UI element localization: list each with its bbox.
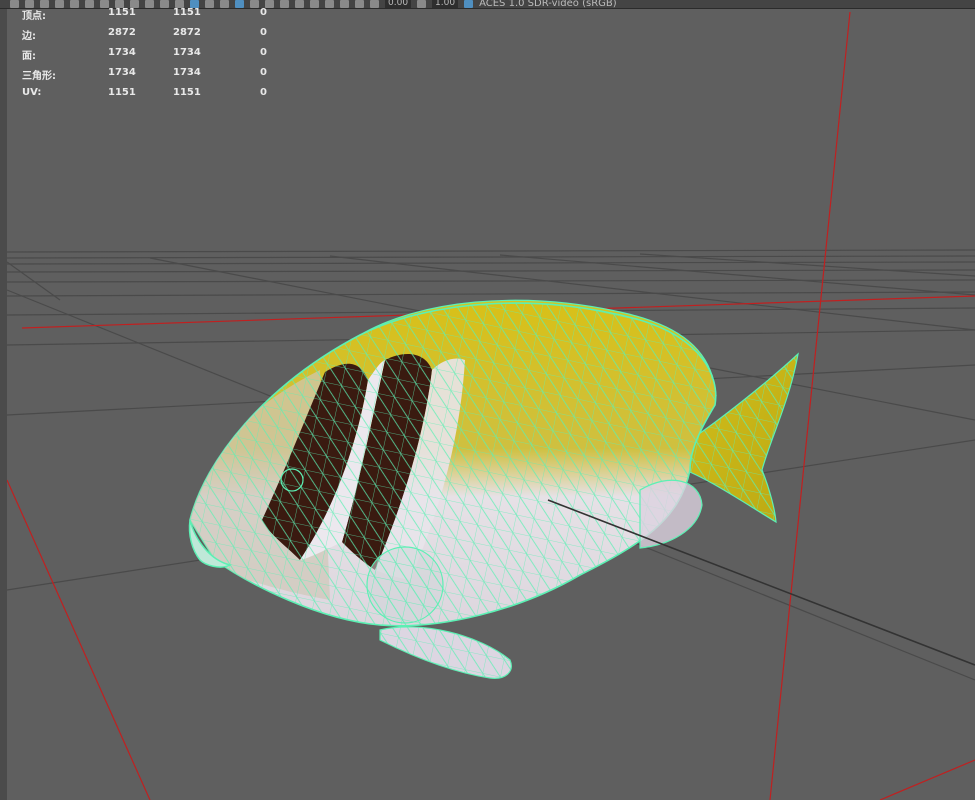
gamma-icon[interactable] — [417, 0, 427, 8]
stat-label: 面: — [22, 51, 36, 62]
color-management-icon[interactable] — [464, 0, 474, 8]
stat-value: 1734 — [173, 47, 201, 58]
stat-value: 1734 — [108, 67, 136, 78]
select-icon[interactable] — [10, 0, 19, 8]
stat-label: 三角形: — [22, 71, 56, 82]
viewport-toolbar: 0.00 1.00 ACES 1.0 SDR-video (sRGB) — [0, 0, 975, 9]
textured-icon[interactable] — [235, 0, 244, 8]
camera-icon[interactable] — [55, 0, 64, 8]
stat-value: 0 — [260, 7, 267, 18]
default-material-icon[interactable] — [205, 0, 214, 8]
ao-icon[interactable] — [280, 0, 289, 8]
stat-value: 1734 — [108, 47, 136, 58]
stat-label: 顶点: — [22, 11, 46, 22]
exposure-field[interactable]: 0.00 — [385, 0, 412, 8]
bookmark-icon[interactable] — [70, 0, 79, 8]
stat-value: 2872 — [173, 27, 201, 38]
safe-action-icon[interactable] — [160, 0, 169, 8]
stat-value: 1151 — [108, 87, 136, 98]
xray-icon[interactable] — [325, 0, 334, 8]
stat-label: 边: — [22, 31, 36, 42]
stat-value: 1734 — [173, 67, 201, 78]
aa-icon[interactable] — [295, 0, 304, 8]
stat-value: 2872 — [108, 27, 136, 38]
xray-joints-icon[interactable] — [340, 0, 349, 8]
stat-label: UV: — [22, 87, 42, 98]
stat-value: 0 — [260, 67, 267, 78]
stat-value: 0 — [260, 87, 267, 98]
pivot-line — [547, 499, 975, 666]
viewport-panel[interactable]: 0.00 1.00 ACES 1.0 SDR-video (sRGB) 顶点: … — [0, 0, 975, 800]
gamma-field[interactable]: 1.00 — [432, 0, 459, 8]
viewport-left-edge — [0, 9, 7, 800]
field-chart-icon[interactable] — [145, 0, 154, 8]
xray-components-icon[interactable] — [355, 0, 364, 8]
lights-icon[interactable] — [250, 0, 259, 8]
stat-value: 0 — [260, 27, 267, 38]
viewport-scene[interactable] — [0, 0, 975, 800]
stat-value: 1151 — [108, 7, 136, 18]
stat-value: 1151 — [173, 7, 201, 18]
stat-value: 0 — [260, 47, 267, 58]
wireframe-on-shaded-icon[interactable] — [220, 0, 229, 8]
grid-icon[interactable] — [85, 0, 94, 8]
isolate-icon[interactable] — [310, 0, 319, 8]
fish-anal-fin — [639, 479, 703, 549]
fish-model[interactable] — [180, 280, 799, 679]
color-management-label[interactable]: ACES 1.0 SDR-video (sRGB) — [479, 0, 617, 8]
exposure-icon[interactable] — [370, 0, 379, 8]
stat-value: 1151 — [173, 87, 201, 98]
